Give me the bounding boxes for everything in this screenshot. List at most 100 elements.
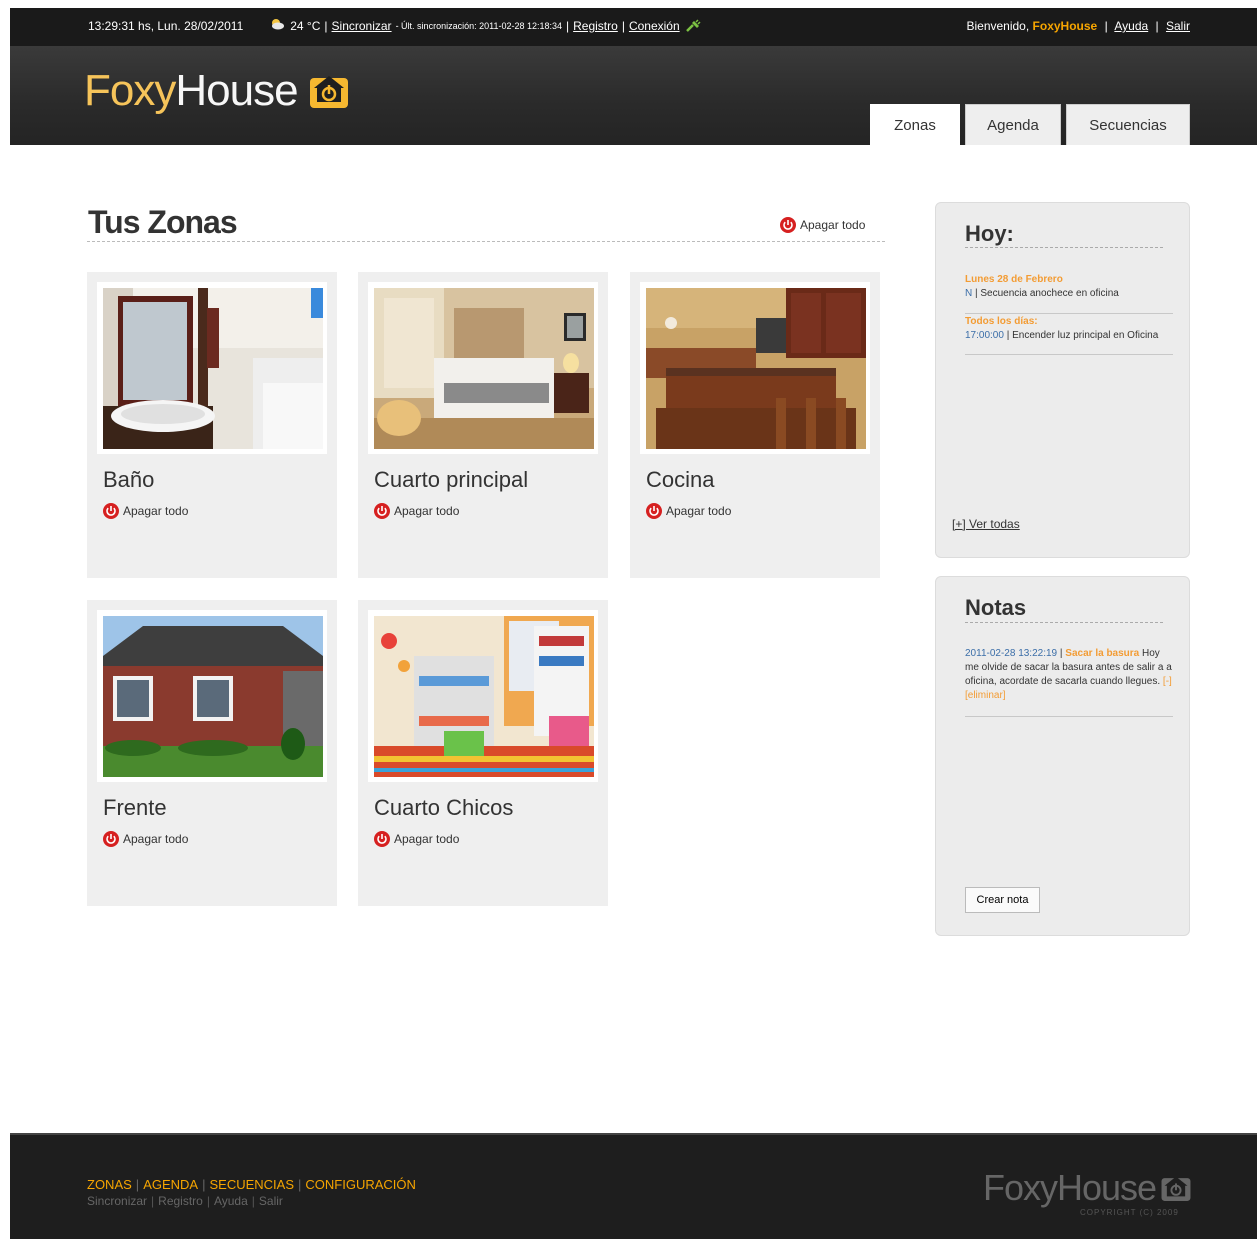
- header: Foxy House Zonas Agenda Secuencias: [10, 46, 1257, 145]
- logout-link[interactable]: Salir: [1166, 19, 1190, 33]
- zone-turn-off-button[interactable]: Apagar todo: [374, 503, 459, 519]
- username[interactable]: FoxyHouse: [1033, 19, 1098, 33]
- register-link[interactable]: Registro: [573, 19, 618, 33]
- connection-link[interactable]: Conexión: [629, 19, 680, 33]
- separator: |: [1104, 19, 1108, 33]
- notes-title: Notas: [965, 595, 1027, 620]
- today-entry-text[interactable]: | Encender luz principal en Oficina: [1007, 330, 1159, 341]
- footer-logo-text: FoxyHouse: [983, 1167, 1157, 1208]
- tab-secuencias[interactable]: Secuencias: [1066, 104, 1190, 145]
- footer-link-sincronizar[interactable]: Sincronizar: [87, 1194, 147, 1208]
- today-panel: Hoy: Lunes 28 de Febrero N | Secuencia a…: [935, 202, 1190, 558]
- footer-primary-nav: ZONAS | AGENDA | SECUENCIAS | CONFIGURACIÓN: [87, 1177, 416, 1192]
- separator: |: [251, 1194, 255, 1208]
- power-icon: [374, 831, 390, 847]
- zone-turn-off-label: Apagar todo: [123, 832, 189, 846]
- today-entry-text[interactable]: | Secuencia anochece en oficina: [975, 288, 1119, 299]
- zone-name[interactable]: Cocina: [646, 467, 714, 493]
- plug-icon: [685, 19, 701, 32]
- zone-turn-off-button[interactable]: Apagar todo: [103, 831, 188, 847]
- footer-link-ayuda[interactable]: Ayuda: [214, 1194, 248, 1208]
- logo-foxy: Foxy: [84, 66, 176, 115]
- zone-photo-frame[interactable]: [97, 610, 327, 782]
- separator: |: [566, 19, 570, 33]
- zone-card-bano: Baño Apagar todo: [87, 272, 337, 578]
- footer-link-agenda[interactable]: AGENDA: [143, 1177, 198, 1192]
- sync-link[interactable]: Sincronizar: [332, 19, 392, 33]
- create-note-button[interactable]: Crear nota: [965, 887, 1040, 913]
- top-bar: 13:29:31 hs, Lun. 28/02/2011 24 °C | Sin…: [10, 8, 1257, 46]
- top-bar-right: Bienvenido, FoxyHouse | Ayuda | Salir: [966, 19, 1190, 33]
- kitchen-photo: [646, 288, 866, 449]
- zone-card-frente: Frente Apagar todo: [87, 600, 337, 906]
- copyright: COPYRIGHT (C) 2009: [1080, 1208, 1179, 1217]
- house-power-icon: [1161, 1176, 1191, 1201]
- footer-link-secuencias[interactable]: SECUENCIAS: [209, 1177, 294, 1192]
- page-title: Tus Zonas: [88, 204, 238, 240]
- notes-panel: Notas 2011-02-28 13:22:19 | Sacar la bas…: [935, 576, 1190, 936]
- separator: |: [621, 19, 625, 33]
- power-icon: [646, 503, 662, 519]
- today-entry-prefix: 17:00:00: [965, 330, 1004, 341]
- zone-photo-frame[interactable]: [368, 610, 598, 782]
- logo[interactable]: Foxy House: [84, 66, 350, 116]
- footer-secondary-nav: Sincronizar | Registro | Ayuda | Salir: [87, 1194, 283, 1208]
- note-timestamp: 2011-02-28 13:22:19: [965, 648, 1058, 659]
- bedroom-photo: [374, 288, 594, 449]
- zone-photo-frame[interactable]: [97, 282, 327, 454]
- last-sync-text: - Últ. sincronización: 2011-02-28 12:18:…: [395, 21, 562, 31]
- zone-turn-off-label: Apagar todo: [394, 504, 460, 518]
- note-item: 2011-02-28 13:22:19 | Sacar la basura Ho…: [965, 647, 1175, 703]
- logo-house: House: [175, 66, 298, 115]
- power-icon: [103, 503, 119, 519]
- footer-link-registro[interactable]: Registro: [158, 1194, 203, 1208]
- separator: |: [202, 1177, 206, 1192]
- temperature: 24 °C: [290, 19, 321, 33]
- turn-off-all-label: Apagar todo: [800, 218, 866, 232]
- separator: |: [151, 1194, 155, 1208]
- entry-divider: [965, 354, 1173, 355]
- tab-zonas[interactable]: Zonas: [870, 104, 960, 145]
- zone-card-cuarto-principal: Cuarto principal Apagar todo: [358, 272, 608, 578]
- zone-turn-off-button[interactable]: Apagar todo: [103, 503, 188, 519]
- power-icon: [374, 503, 390, 519]
- notes-title-divider: [965, 622, 1163, 623]
- footer-logo: FoxyHouse: [983, 1167, 1192, 1209]
- zone-turn-off-label: Apagar todo: [666, 504, 732, 518]
- zone-name[interactable]: Cuarto Chicos: [374, 795, 513, 821]
- footer-link-configuracion[interactable]: CONFIGURACIÓN: [305, 1177, 416, 1192]
- note-divider: [965, 716, 1173, 717]
- today-title: Hoy:: [965, 221, 1014, 246]
- separator: |: [324, 19, 328, 33]
- today-entry-date: Todos los días:: [965, 316, 1038, 327]
- tab-agenda[interactable]: Agenda: [965, 104, 1061, 145]
- zone-name[interactable]: Baño: [103, 467, 154, 493]
- welcome-text: Bienvenido,: [966, 19, 1030, 33]
- datetime: 13:29:31 hs, Lun. 28/02/2011: [88, 19, 244, 33]
- house-front-photo: [103, 616, 323, 777]
- sun-cloud-icon: [272, 19, 285, 30]
- zone-photo-frame[interactable]: [640, 282, 870, 454]
- separator: |: [298, 1177, 302, 1192]
- zone-name[interactable]: Cuarto principal: [374, 467, 528, 493]
- today-entry: Todos los días: 17:00:00 | Encender luz …: [965, 315, 1158, 343]
- today-entry-date: Lunes 28 de Febrero: [965, 274, 1063, 285]
- page: 13:29:31 hs, Lun. 28/02/2011 24 °C | Sin…: [0, 0, 1257, 1239]
- bathroom-photo: [103, 288, 323, 449]
- zone-card-cuarto-chicos: Cuarto Chicos Apagar todo: [358, 600, 608, 906]
- separator: |: [135, 1177, 140, 1192]
- help-link[interactable]: Ayuda: [1114, 19, 1148, 33]
- footer: ZONAS | AGENDA | SECUENCIAS | CONFIGURACIÓN Si…: [10, 1133, 1257, 1239]
- zone-turn-off-button[interactable]: Apagar todo: [374, 831, 459, 847]
- zone-name[interactable]: Frente: [103, 795, 167, 821]
- note-title: Sacar la basura: [1065, 648, 1140, 659]
- power-icon: [780, 217, 796, 233]
- see-all-link[interactable]: [+] Ver todas: [952, 517, 1020, 531]
- power-icon: [103, 831, 119, 847]
- zone-turn-off-button[interactable]: Apagar todo: [646, 503, 731, 519]
- footer-link-salir[interactable]: Salir: [259, 1194, 283, 1208]
- main-tabs: Zonas Agenda Secuencias: [870, 104, 1195, 145]
- footer-link-zonas[interactable]: ZONAS: [87, 1177, 132, 1192]
- zone-photo-frame[interactable]: [368, 282, 598, 454]
- turn-off-all-button[interactable]: Apagar todo: [780, 217, 865, 233]
